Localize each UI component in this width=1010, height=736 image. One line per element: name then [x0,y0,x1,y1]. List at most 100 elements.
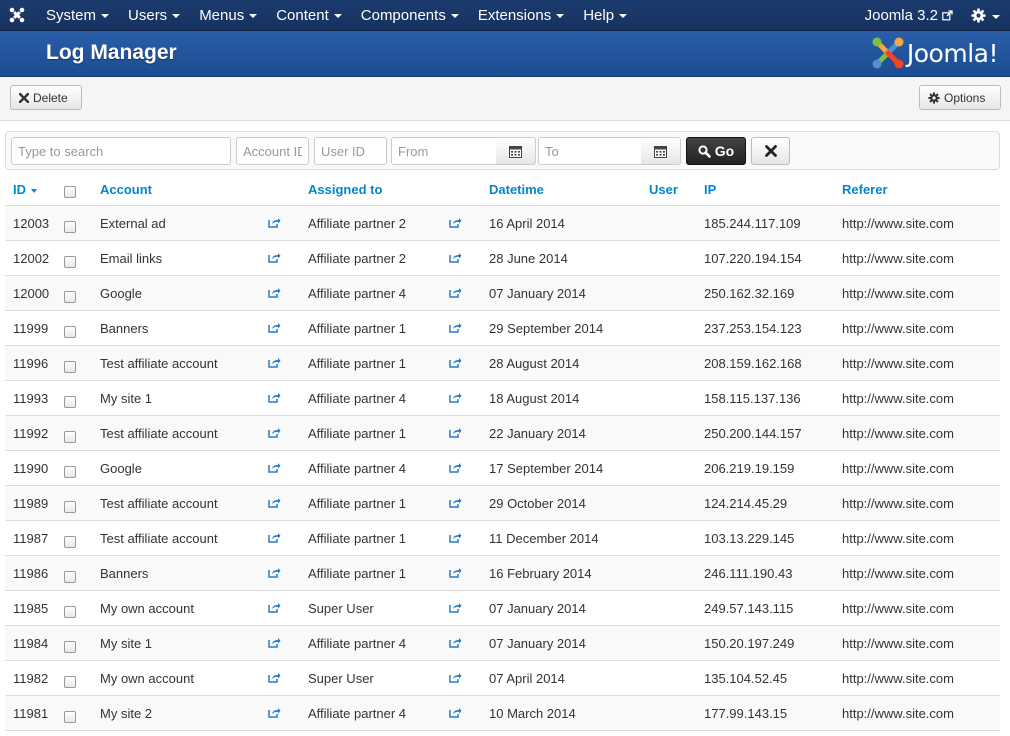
edit-assignee-link-icon[interactable] [449,427,462,438]
options-button[interactable]: Options [919,85,1001,110]
row-account: Google [100,286,142,301]
joomla-logo-icon[interactable] [0,0,34,31]
select-all-checkbox[interactable] [64,186,76,198]
edit-assignee-link-icon[interactable] [449,217,462,228]
edit-assignee-link-icon[interactable] [449,532,462,543]
row-ip: 177.99.143.15 [704,706,788,721]
row-checkbox[interactable] [64,326,76,338]
edit-account-link-icon[interactable] [268,462,281,473]
edit-account-link-icon[interactable] [268,637,281,648]
edit-assignee-link-icon[interactable] [449,707,462,718]
menu-extensions[interactable]: Extensions [466,0,571,31]
column-header-referer[interactable]: Referer [842,182,888,197]
row-assigned-to: Affiliate partner 4 [308,636,407,651]
row-ip: 237.253.154.123 [704,321,802,336]
row-datetime: 18 August 2014 [489,391,580,406]
row-referer: http://www.site.com [842,356,954,371]
row-checkbox[interactable] [64,466,76,478]
row-checkbox[interactable] [64,361,76,373]
user-id-input[interactable] [314,137,387,165]
row-id: 11982 [13,671,49,686]
edit-account-link-icon[interactable] [268,567,281,578]
chevron-down-icon [992,14,1000,19]
edit-assignee-link-icon[interactable] [449,462,462,473]
edit-assignee-link-icon[interactable] [449,252,462,263]
table-row: 12002 Email links Affiliate partner 2 28… [5,241,1000,276]
edit-account-link-icon[interactable] [268,217,281,228]
edit-assignee-link-icon[interactable] [449,602,462,613]
edit-assignee-link-icon[interactable] [449,357,462,368]
edit-account-link-icon[interactable] [268,392,281,403]
menu-menus[interactable]: Menus [187,0,264,31]
site-link[interactable]: Joomla 3.2 [865,7,971,24]
row-referer: http://www.site.com [842,216,954,231]
edit-account-link-icon[interactable] [268,357,281,368]
from-calendar-button[interactable] [496,137,536,165]
row-account: Test affiliate account [100,356,218,371]
edit-account-link-icon[interactable] [268,427,281,438]
row-checkbox[interactable] [64,396,76,408]
edit-assignee-link-icon[interactable] [449,567,462,578]
column-header-assigned-to[interactable]: Assigned to [308,182,382,197]
edit-account-link-icon[interactable] [268,252,281,263]
row-referer: http://www.site.com [842,426,954,441]
row-checkbox[interactable] [64,571,76,583]
edit-account-link-icon[interactable] [268,532,281,543]
menu-users[interactable]: Users [116,0,187,31]
clear-filters-button[interactable] [751,137,790,165]
edit-account-link-icon[interactable] [268,497,281,508]
row-checkbox[interactable] [64,711,76,723]
settings-menu[interactable] [971,8,1010,23]
row-ip: 150.20.197.249 [704,636,795,651]
filter-bar: Go [5,131,1000,170]
go-button-label: Go [714,143,735,159]
row-id: 11987 [13,531,49,546]
row-checkbox[interactable] [64,606,76,618]
edit-assignee-link-icon[interactable] [449,672,462,683]
column-header-account[interactable]: Account [100,182,152,197]
row-checkbox[interactable] [64,431,76,443]
row-checkbox[interactable] [64,501,76,513]
edit-account-link-icon[interactable] [268,602,281,613]
row-checkbox[interactable] [64,676,76,688]
edit-account-link-icon[interactable] [268,287,281,298]
edit-assignee-link-icon[interactable] [449,637,462,648]
gear-icon [928,91,940,104]
brand-name: Joomla! [906,38,999,68]
row-id: 11989 [13,496,49,511]
edit-account-link-icon[interactable] [268,322,281,333]
menu-components-label: Components [360,6,446,24]
edit-account-link-icon[interactable] [268,672,281,683]
to-date-input[interactable] [538,137,642,165]
go-button[interactable]: Go [686,137,746,165]
from-date-input[interactable] [391,137,497,165]
column-header-ip[interactable]: IP [704,182,716,197]
search-input[interactable] [11,137,231,165]
menu-content[interactable]: Content [264,0,349,31]
row-referer: http://www.site.com [842,531,954,546]
edit-assignee-link-icon[interactable] [449,287,462,298]
row-checkbox[interactable] [64,221,76,233]
chevron-down-icon [333,14,342,18]
edit-assignee-link-icon[interactable] [449,392,462,403]
menu-help[interactable]: Help [571,0,634,31]
row-checkbox[interactable] [64,256,76,268]
row-checkbox[interactable] [64,536,76,548]
row-checkbox[interactable] [64,291,76,303]
to-calendar-button[interactable] [641,137,681,165]
column-header-id[interactable]: ID [13,182,37,197]
menu-system[interactable]: System [34,0,116,31]
menu-components[interactable]: Components [349,0,466,31]
delete-button[interactable]: Delete [10,85,82,110]
edit-account-link-icon[interactable] [268,707,281,718]
edit-assignee-link-icon[interactable] [449,322,462,333]
row-assigned-to: Affiliate partner 1 [308,566,407,581]
edit-assignee-link-icon[interactable] [449,497,462,508]
column-header-datetime[interactable]: Datetime [489,182,544,197]
row-assigned-to: Affiliate partner 1 [308,356,407,371]
column-header-user[interactable]: User [649,182,678,197]
menu-menus-label: Menus [199,6,245,24]
row-ip: 185.244.117.109 [704,216,801,231]
account-id-input[interactable] [236,137,309,165]
row-checkbox[interactable] [64,641,76,653]
